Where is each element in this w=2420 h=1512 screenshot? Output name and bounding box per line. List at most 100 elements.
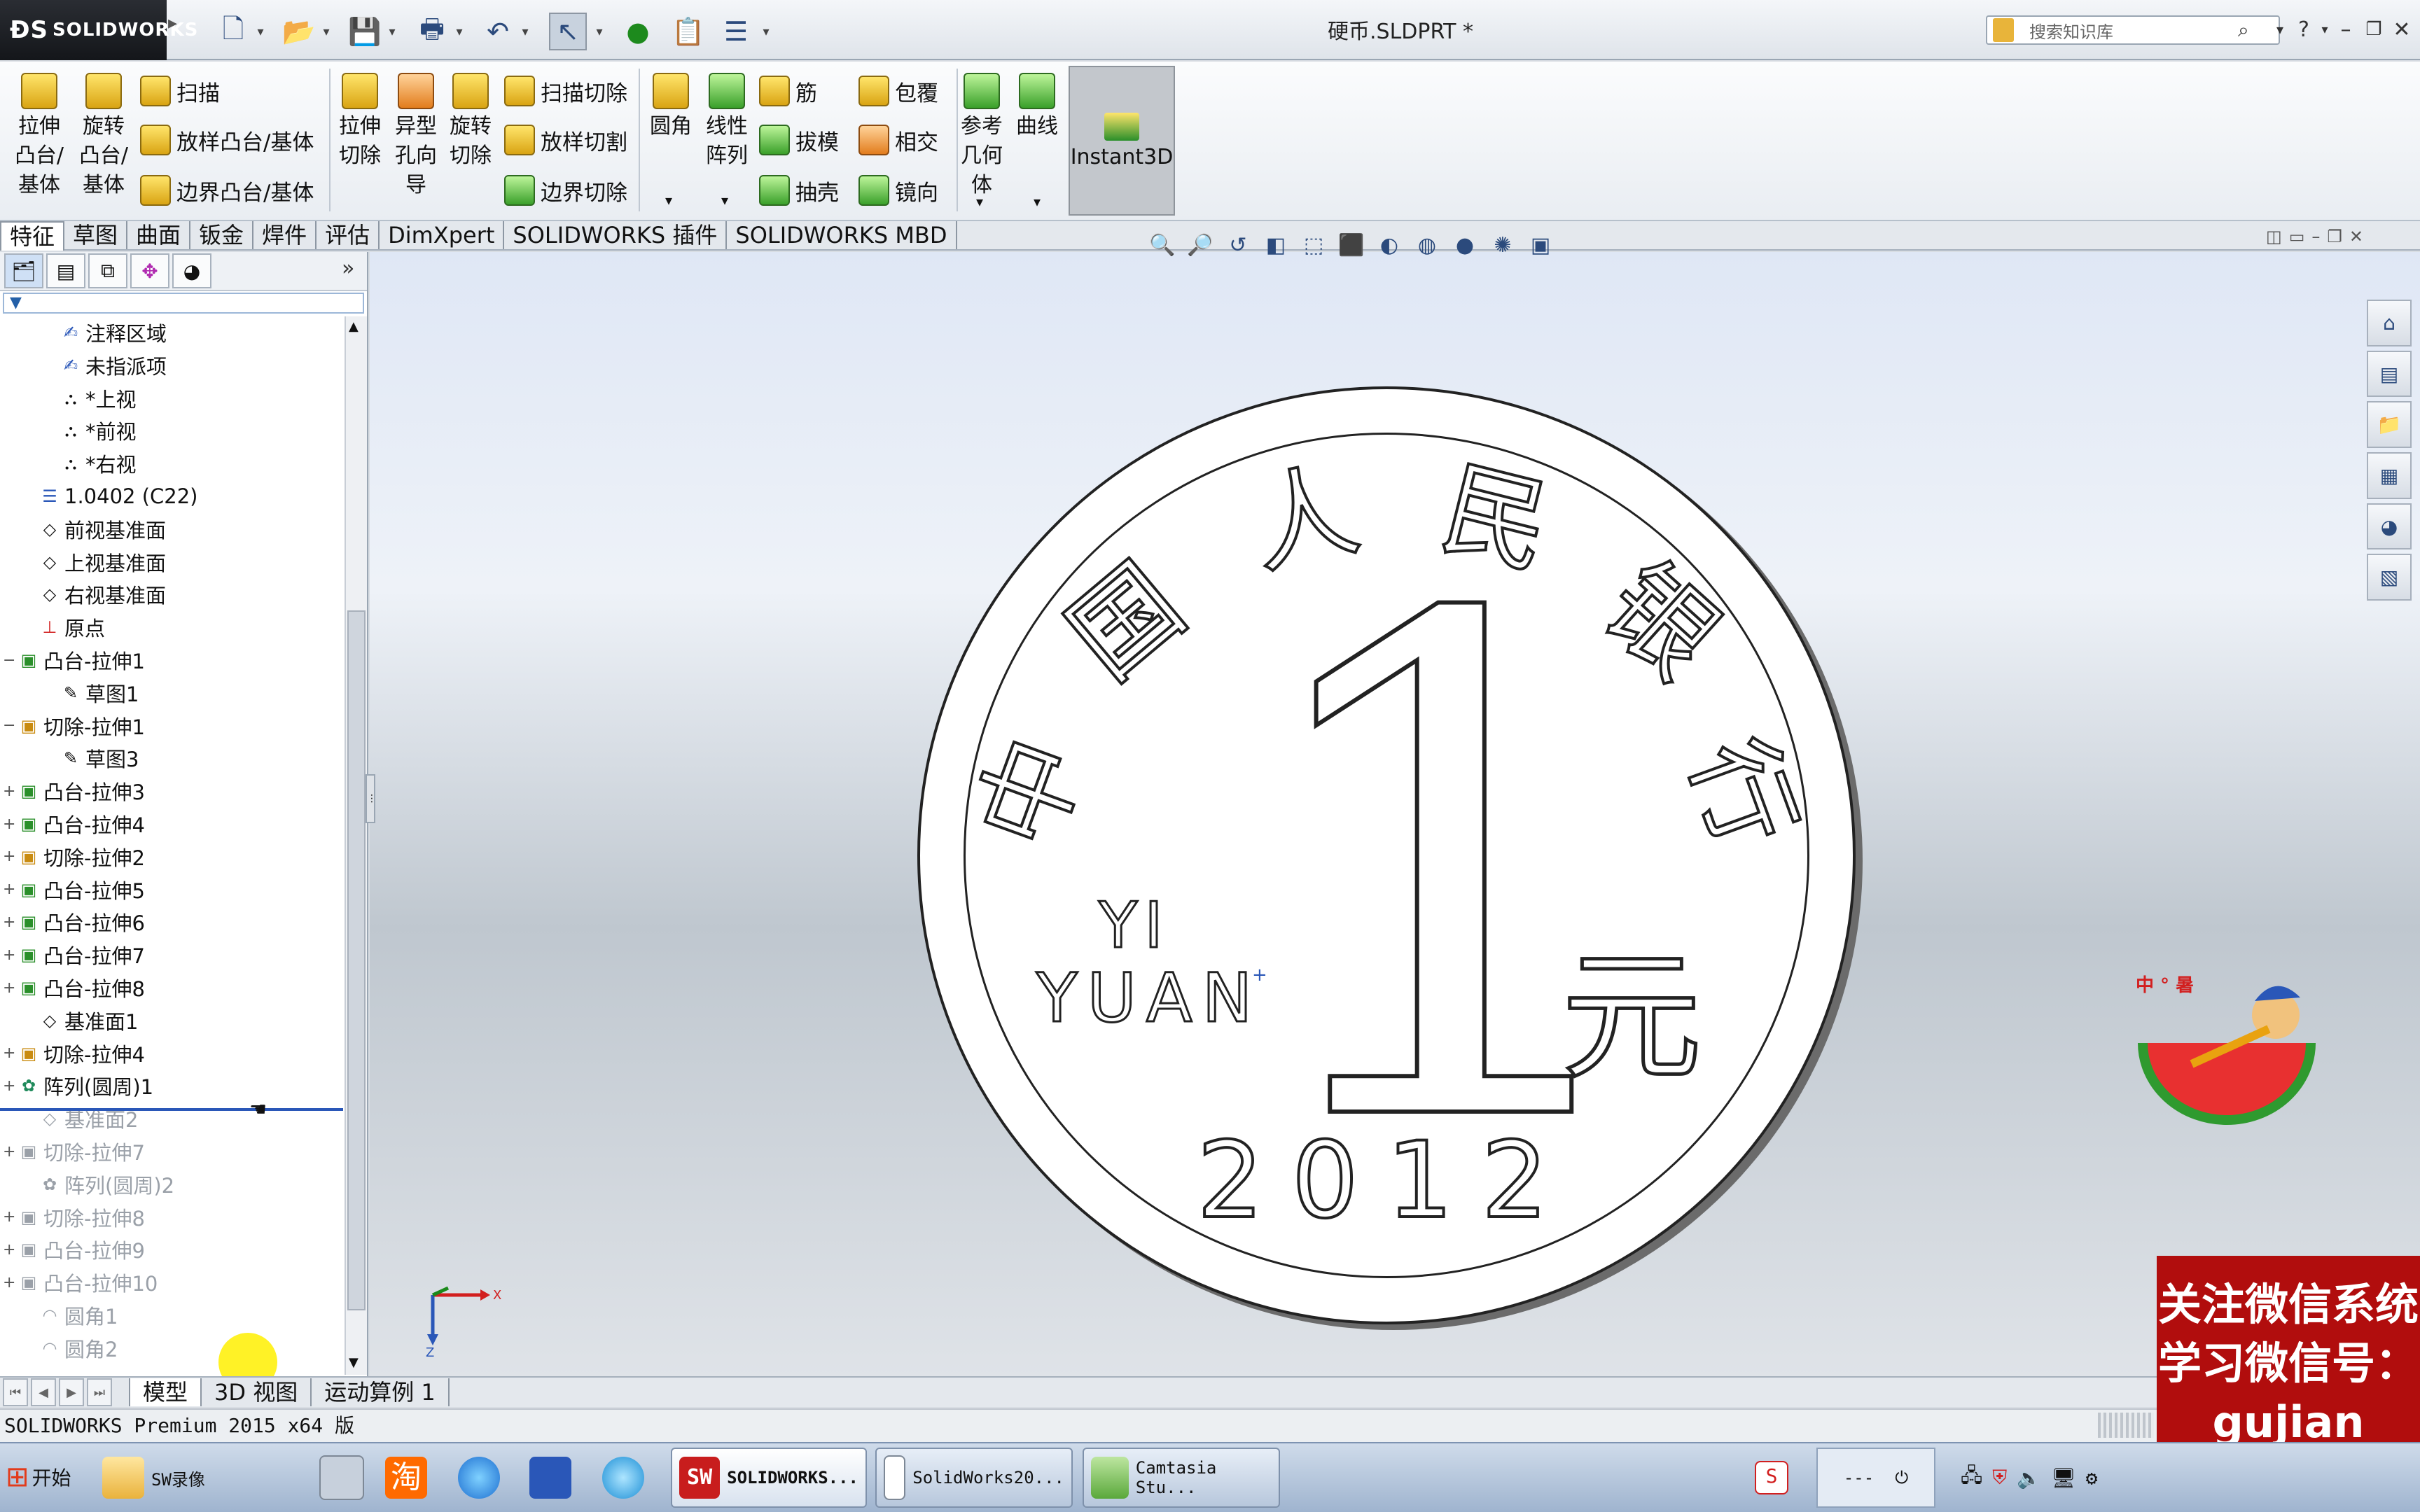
tab-weldments[interactable]: 焊件: [253, 221, 317, 249]
zoom-to-fit-icon[interactable]: 🔍: [1148, 231, 1176, 259]
tray-app-icon[interactable]: ⚙: [2086, 1466, 2098, 1490]
draft-button[interactable]: 拔模: [759, 122, 839, 158]
tab-mbd[interactable]: SOLIDWORKS MBD: [727, 221, 957, 249]
tab-surfaces[interactable]: 曲面: [127, 221, 191, 249]
apply-scene-icon[interactable]: ✺: [1489, 231, 1517, 259]
tree-item[interactable]: ⛬ *前视: [0, 414, 137, 447]
shell-button[interactable]: 抽壳: [759, 172, 839, 209]
intersect-button[interactable]: 相交: [858, 122, 938, 158]
solidworks-resources-icon[interactable]: ⌂: [2367, 300, 2412, 346]
sweep-cut-button[interactable]: 扫描切除: [504, 73, 627, 109]
new-dropdown-icon[interactable]: ▾: [253, 21, 267, 42]
collapse-icon[interactable]: −: [3, 652, 15, 669]
status-resize-grip[interactable]: [2098, 1413, 2154, 1438]
tab-addins[interactable]: SOLIDWORKS 插件: [504, 221, 728, 249]
featuremanager-tab-icon[interactable]: 🗂: [4, 253, 43, 288]
fillet-dropdown-icon[interactable]: ▾: [665, 192, 672, 209]
dimxpertmanager-tab-icon[interactable]: ✥: [130, 253, 169, 288]
revolve-boss-button[interactable]: 旋转 凸台/ 基体: [76, 73, 132, 200]
tree-item[interactable]: ◇ 右视基准面: [0, 578, 166, 610]
print-icon[interactable]: 🖶: [413, 13, 451, 50]
linear-pattern-button[interactable]: 线性 阵列: [699, 73, 755, 171]
tree-item[interactable]: − ▣ 凸台-拉伸1: [0, 644, 145, 676]
close-icon[interactable]: ✕: [2388, 14, 2416, 45]
solidworks-logo[interactable]: ƉS SOLIDWORKS: [0, 0, 197, 60]
view-settings-icon[interactable]: ▣: [1527, 231, 1555, 259]
search-input[interactable]: 搜索知识库: [1986, 15, 2280, 45]
tree-item[interactable]: ⊥ 原点: [0, 611, 105, 643]
tree-item[interactable]: + ✿ 阵列(圆周)1: [0, 1070, 153, 1102]
tray-security-icon[interactable]: ⛨: [1992, 1466, 2007, 1490]
tree-item[interactable]: + ▣ 凸台-拉伸4: [0, 808, 145, 840]
scroll-thumb[interactable]: [347, 610, 366, 1310]
print-dropdown-icon[interactable]: ▾: [452, 21, 466, 42]
boundary-boss-button[interactable]: 边界凸台/基体: [140, 172, 314, 209]
expand-icon[interactable]: +: [3, 946, 15, 964]
taskbar-item-camtasia[interactable]: Camtasia Stu...: [1083, 1448, 1280, 1508]
fillet-button[interactable]: 圆角: [646, 73, 696, 141]
rebuild-icon[interactable]: ●: [619, 13, 657, 50]
tree-item[interactable]: ◇ 前视基准面: [0, 513, 166, 545]
tree-item[interactable]: + ▣ 凸台-拉伸8: [0, 972, 145, 1004]
tree-item[interactable]: + ▣ 切除-拉伸2: [0, 841, 145, 873]
expand-icon[interactable]: +: [3, 881, 15, 898]
tree-item[interactable]: + ▣ 凸台-拉伸3: [0, 775, 145, 807]
input-method-icon[interactable]: S: [1755, 1448, 1795, 1508]
taskbar-item-solidworks-doc[interactable]: SolidWorks20...: [875, 1448, 1073, 1508]
viewport-restore-icon[interactable]: ❐: [2327, 227, 2342, 255]
reference-geometry-button[interactable]: 参考 几何 体: [959, 73, 1004, 200]
tab-features[interactable]: 特征: [0, 221, 65, 251]
open-dropdown-icon[interactable]: ▾: [319, 21, 333, 42]
language-bar[interactable]: --- ⏻: [1816, 1448, 1935, 1508]
tray-volume-icon[interactable]: 🔈: [2017, 1466, 2041, 1490]
scroll-up-icon[interactable]: ▲: [349, 319, 359, 334]
expand-icon[interactable]: +: [3, 1208, 15, 1226]
display-style-icon[interactable]: ◐: [1375, 231, 1403, 259]
first-tab-icon[interactable]: ⏮: [3, 1378, 28, 1406]
undo-dropdown-icon[interactable]: ▾: [518, 21, 532, 42]
revolve-cut-button[interactable]: 旋转 切除: [445, 73, 496, 171]
rib-button[interactable]: 筋: [759, 73, 817, 109]
loft-boss-button[interactable]: 放样凸台/基体: [140, 122, 314, 158]
wrap-button[interactable]: 包覆: [858, 73, 938, 109]
dynamic-annotation-icon[interactable]: ⬚: [1300, 231, 1328, 259]
search-icon[interactable]: ⌕: [2238, 18, 2263, 42]
displaymanager-tab-icon[interactable]: ◕: [172, 253, 211, 288]
calculator-icon[interactable]: [319, 1448, 371, 1508]
tab-model[interactable]: 模型: [129, 1378, 202, 1406]
menu-expand-icon[interactable]: ▸: [168, 13, 177, 48]
tile-icon[interactable]: ◫: [2266, 227, 2282, 255]
previous-view-icon[interactable]: ↺: [1224, 231, 1252, 259]
tree-item[interactable]: ⛬ *上视: [0, 382, 137, 414]
taskbar-item-solidworks[interactable]: SW SOLIDWORKS...: [671, 1448, 867, 1508]
taskbar-item-sw-recording[interactable]: SW录像: [102, 1448, 312, 1508]
prev-tab-icon[interactable]: ◀: [31, 1378, 56, 1406]
expand-icon[interactable]: +: [3, 816, 15, 833]
tree-item[interactable]: ◇ 上视基准面: [0, 546, 166, 578]
tree-item[interactable]: ◠ 圆角2: [0, 1332, 118, 1364]
propertymanager-tab-icon[interactable]: ▤: [46, 253, 85, 288]
expand-icon[interactable]: +: [3, 1044, 15, 1062]
tab-3d-view[interactable]: 3D 视图: [202, 1378, 312, 1406]
curves-dropdown-icon[interactable]: ▾: [1034, 193, 1041, 210]
appearances-icon[interactable]: ◕: [2367, 503, 2412, 550]
curves-button[interactable]: 曲线: [1013, 73, 1062, 141]
custom-properties-icon[interactable]: ▧: [2367, 554, 2412, 601]
expand-icon[interactable]: +: [3, 1241, 15, 1259]
tab-sheet-metal[interactable]: 钣金: [190, 221, 254, 249]
expand-icon[interactable]: +: [3, 979, 15, 997]
minimize-icon[interactable]: –: [2332, 14, 2360, 45]
sweep-button[interactable]: 扫描: [140, 73, 220, 109]
tree-item[interactable]: + ▣ 凸台-拉伸10: [0, 1266, 158, 1298]
last-tab-icon[interactable]: ⏭: [87, 1378, 112, 1406]
expand-icon[interactable]: +: [3, 1077, 15, 1095]
tree-item[interactable]: + ▣ 凸台-拉伸6: [0, 906, 145, 938]
section-view-icon[interactable]: ◧: [1262, 231, 1290, 259]
tree-item[interactable]: + ▣ 切除-拉伸8: [0, 1201, 145, 1233]
rollback-bar[interactable]: [0, 1108, 343, 1111]
save-icon[interactable]: 💾: [346, 13, 384, 50]
viewport-minimize-icon[interactable]: –: [2311, 227, 2320, 255]
mirror-button[interactable]: 镜向: [858, 172, 938, 209]
open-icon[interactable]: 📂: [280, 13, 318, 50]
select-cursor-icon[interactable]: ↖: [549, 13, 587, 50]
